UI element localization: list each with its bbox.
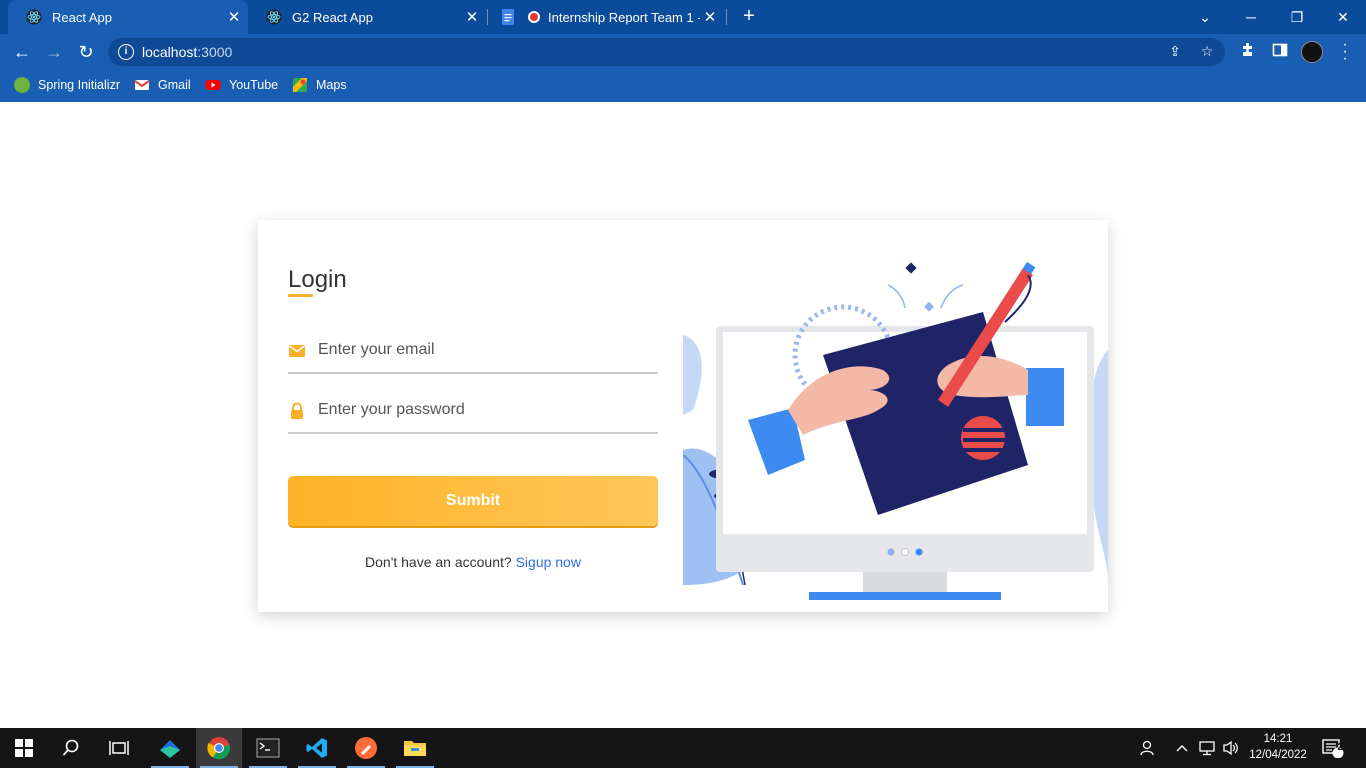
close-window-button[interactable]: ✕ [1320, 0, 1366, 34]
restore-button[interactable]: ❐ [1274, 0, 1320, 34]
react-icon [266, 9, 282, 25]
share-icon[interactable]: ⇪ [1166, 43, 1184, 61]
minimize-button[interactable]: ─ [1228, 0, 1274, 34]
tab-title: G2 React App [292, 9, 373, 25]
bookmark-youtube[interactable]: YouTube [205, 76, 278, 94]
bookmark-star-icon[interactable]: ☆ [1198, 43, 1216, 61]
tab-search-icon[interactable]: ⌄ [1182, 0, 1228, 34]
spring-icon [14, 77, 30, 93]
bookmark-label: YouTube [229, 78, 279, 92]
email-field [288, 328, 658, 374]
notification-count: 2 [1337, 742, 1343, 753]
no-account-text: Don't have an account? [365, 554, 516, 570]
login-title: Login [288, 266, 347, 293]
tab-title: React App [52, 9, 112, 25]
close-icon[interactable]: ✕ [224, 8, 244, 26]
bookmark-maps[interactable]: Maps [292, 76, 347, 94]
volume-icon[interactable] [1222, 728, 1240, 768]
search-icon[interactable] [48, 728, 94, 768]
submit-button[interactable]: Sumbit [288, 476, 658, 526]
chrome-icon[interactable] [196, 728, 242, 768]
tab-react-app[interactable]: React App ✕ [8, 0, 248, 34]
gmail-icon [134, 77, 150, 93]
new-tab-button[interactable]: + [737, 5, 761, 29]
menu-icon[interactable]: · · · [1340, 37, 1350, 67]
recording-icon [526, 9, 542, 25]
url-text[interactable]: localhost:3000 [142, 44, 232, 60]
side-panel-icon[interactable] [1270, 42, 1290, 62]
bookmark-gmail[interactable]: Gmail [134, 76, 191, 94]
task-view-icon[interactable] [96, 728, 142, 768]
email-input[interactable] [318, 336, 648, 364]
password-input[interactable] [318, 396, 648, 424]
password-field [288, 388, 658, 434]
react-icon [26, 9, 42, 25]
reload-icon[interactable]: ↻ [72, 38, 100, 66]
profile-avatar[interactable] [1301, 41, 1323, 63]
title-underline [288, 294, 313, 297]
close-icon[interactable]: ✕ [700, 8, 720, 26]
url-host: localhost [142, 44, 198, 60]
back-arrow-icon[interactable]: ← [8, 38, 36, 66]
extensions-icon[interactable] [1238, 42, 1258, 62]
docs-icon [500, 9, 516, 25]
terminal-icon[interactable] [245, 728, 291, 768]
windows-start-icon[interactable] [1, 728, 47, 768]
vscode-icon[interactable] [294, 728, 340, 768]
people-icon[interactable] [1138, 728, 1156, 768]
clock-time: 14:21 [1263, 733, 1293, 745]
notification-center-icon[interactable]: 2 [1322, 728, 1344, 768]
envelope-icon [288, 342, 306, 360]
tab-internship-report[interactable]: Internship Report Team 1 - La ✕ [488, 0, 724, 34]
bookmark-label: Spring Initializr [38, 78, 120, 92]
bookmark-label: Maps [316, 78, 347, 92]
system-clock[interactable]: 14:21 12/04/2022 [1245, 731, 1311, 763]
tab-g2-react-app[interactable]: G2 React App ✕ [248, 0, 486, 34]
file-explorer-icon[interactable] [392, 728, 438, 768]
network-icon[interactable] [1198, 728, 1216, 768]
bookmark-label: Gmail [158, 78, 191, 92]
url-port: :3000 [197, 44, 233, 60]
login-illustration [683, 261, 1108, 600]
login-card: Login Sumbit Don't have an account? Sigu… [258, 220, 1108, 612]
tab-separator [726, 9, 727, 25]
lock-icon [288, 402, 306, 420]
youtube-icon [205, 77, 221, 93]
forward-arrow-icon[interactable]: → [40, 38, 68, 66]
clock-date: 12/04/2022 [1249, 749, 1307, 761]
maps-icon [292, 77, 308, 93]
address-bar[interactable]: i localhost:3000 ⇪ ☆ [108, 38, 1225, 66]
app-launcher-icon[interactable] [147, 728, 193, 768]
tab-title: Internship Report Team 1 - La [548, 9, 700, 25]
site-info-icon[interactable]: i [118, 44, 134, 60]
close-icon[interactable]: ✕ [462, 8, 482, 26]
signup-link[interactable]: Sigup now [516, 554, 581, 570]
signup-prompt: Don't have an account? Sigup now [288, 554, 658, 570]
bookmark-spring-initializr[interactable]: Spring Initializr [14, 76, 120, 94]
chevron-up-icon[interactable] [1176, 728, 1188, 768]
postman-icon[interactable] [343, 728, 389, 768]
